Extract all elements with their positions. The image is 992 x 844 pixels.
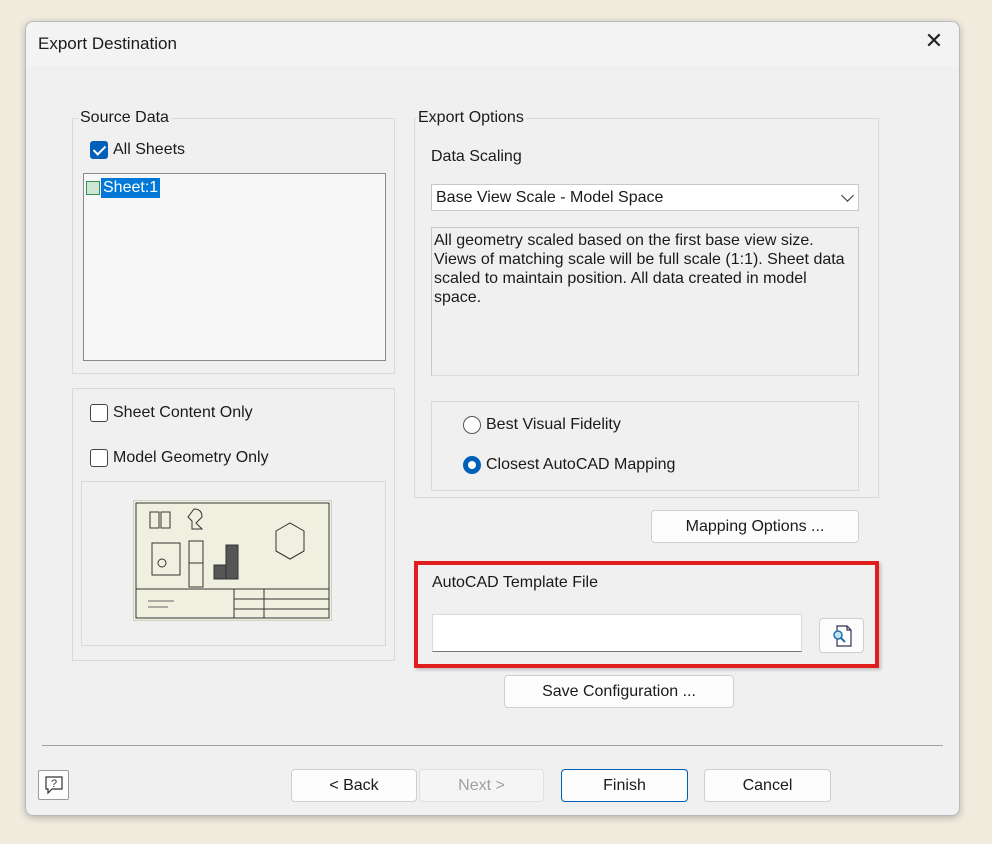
finish-button[interactable]: Finish (561, 769, 688, 802)
model-geometry-only-label: Model Geometry Only (113, 449, 269, 466)
title-bar: Export Destination ✕ (26, 22, 959, 66)
export-options-label: Export Options (416, 109, 526, 127)
template-file-input[interactable] (432, 614, 802, 652)
sheets-listbox[interactable]: Sheet:1 (83, 173, 386, 361)
browse-template-button[interactable] (819, 618, 864, 653)
next-button[interactable]: Next > (419, 769, 544, 802)
back-button[interactable]: < Back (291, 769, 417, 802)
sheet-item-label: Sheet:1 (101, 178, 161, 198)
template-file-label: AutoCAD Template File (432, 574, 598, 591)
mapping-options-label: Mapping Options ... (685, 518, 825, 535)
data-scaling-label: Data Scaling (431, 148, 522, 165)
chevron-down-icon (841, 189, 854, 202)
all-sheets-checkbox-row[interactable]: All Sheets (90, 141, 185, 159)
finish-label: Finish (603, 777, 646, 794)
save-configuration-label: Save Configuration ... (542, 683, 696, 700)
data-scaling-dropdown[interactable]: Base View Scale - Model Space (431, 184, 859, 211)
all-sheets-checkbox[interactable] (90, 141, 108, 159)
dialog-title: Export Destination (38, 34, 177, 53)
closest-autocad-mapping-row[interactable]: Closest AutoCAD Mapping (463, 456, 675, 474)
best-visual-fidelity-label: Best Visual Fidelity (486, 416, 621, 433)
back-label: < Back (329, 777, 379, 794)
drawing-preview-svg (135, 502, 330, 619)
next-label: Next > (458, 777, 505, 794)
help-icon: ? (44, 776, 63, 795)
model-geometry-only-row[interactable]: Model Geometry Only (90, 449, 269, 467)
list-item[interactable]: Sheet:1 (86, 178, 161, 198)
svg-text:?: ? (50, 778, 56, 790)
best-visual-fidelity-row[interactable]: Best Visual Fidelity (463, 416, 621, 434)
all-sheets-label: All Sheets (113, 141, 186, 158)
closest-autocad-mapping-label: Closest AutoCAD Mapping (486, 456, 676, 473)
best-visual-fidelity-radio[interactable] (463, 416, 481, 434)
source-data-label: Source Data (78, 109, 171, 127)
cancel-label: Cancel (742, 777, 793, 794)
browse-file-icon (832, 625, 852, 647)
data-scaling-value: Base View Scale - Model Space (436, 189, 664, 206)
data-scaling-description: All geometry scaled based on the first b… (431, 227, 859, 376)
save-configuration-button[interactable]: Save Configuration ... (504, 675, 734, 708)
model-geometry-only-checkbox[interactable] (90, 449, 108, 467)
close-icon[interactable]: ✕ (923, 30, 945, 52)
sheet-content-only-row[interactable]: Sheet Content Only (90, 404, 253, 422)
sheet-content-only-checkbox[interactable] (90, 404, 108, 422)
drawing-preview-image (133, 500, 332, 621)
footer-separator (42, 745, 943, 746)
mapping-options-button[interactable]: Mapping Options ... (651, 510, 859, 543)
mapping-mode-group (431, 401, 859, 491)
sheet-content-only-label: Sheet Content Only (113, 404, 253, 421)
closest-autocad-mapping-radio[interactable] (463, 456, 481, 474)
cancel-button[interactable]: Cancel (704, 769, 831, 802)
sheet-icon (86, 181, 100, 195)
help-button[interactable]: ? (38, 770, 69, 800)
export-destination-dialog: Export Destination ✕ Source Data All She… (25, 21, 960, 816)
